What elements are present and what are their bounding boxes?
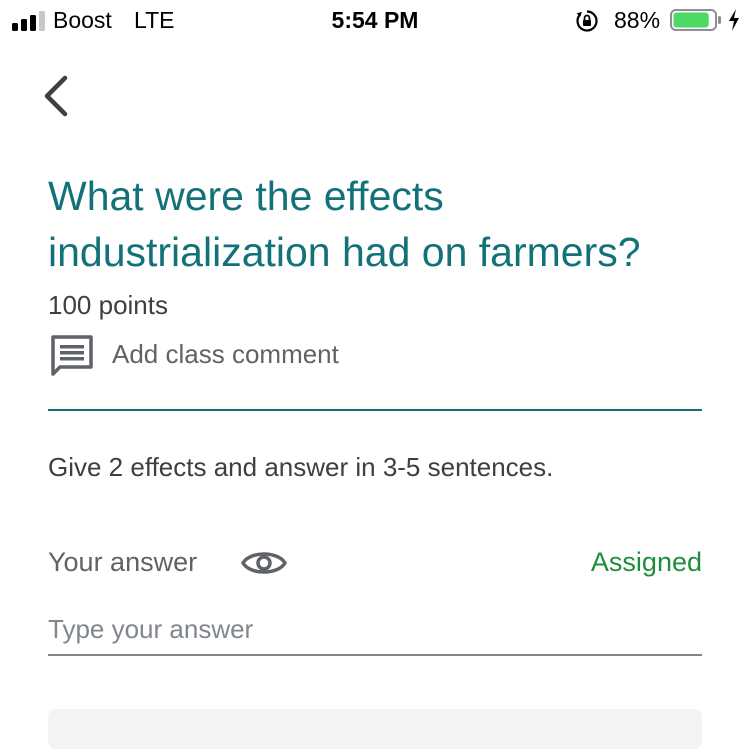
status-badge: Assigned [590, 547, 702, 577]
add-class-comment-label: Add class comment [112, 339, 339, 369]
back-button[interactable] [36, 72, 80, 120]
status-bar: Boost LTE 5:54 PM 88% [0, 0, 750, 40]
section-divider [48, 409, 702, 411]
add-class-comment-button[interactable]: Add class comment [48, 330, 408, 376]
attachment-card[interactable] [48, 709, 702, 749]
charging-icon [729, 9, 739, 31]
battery-icon [670, 9, 721, 31]
assignment-instructions: Give 2 effects and answer in 3-5 sentenc… [48, 452, 554, 482]
eye-icon[interactable] [240, 545, 288, 581]
assignment-title: What were the effects industrialization … [48, 173, 641, 275]
chevron-left-icon [44, 75, 68, 117]
orientation-lock-icon [576, 10, 598, 32]
comment-icon [51, 335, 93, 376]
answer-input[interactable] [48, 604, 702, 656]
your-answer-label: Your answer [48, 547, 198, 577]
assignment-points: 100 points [48, 290, 168, 320]
battery-percent: 88% [614, 7, 661, 33]
